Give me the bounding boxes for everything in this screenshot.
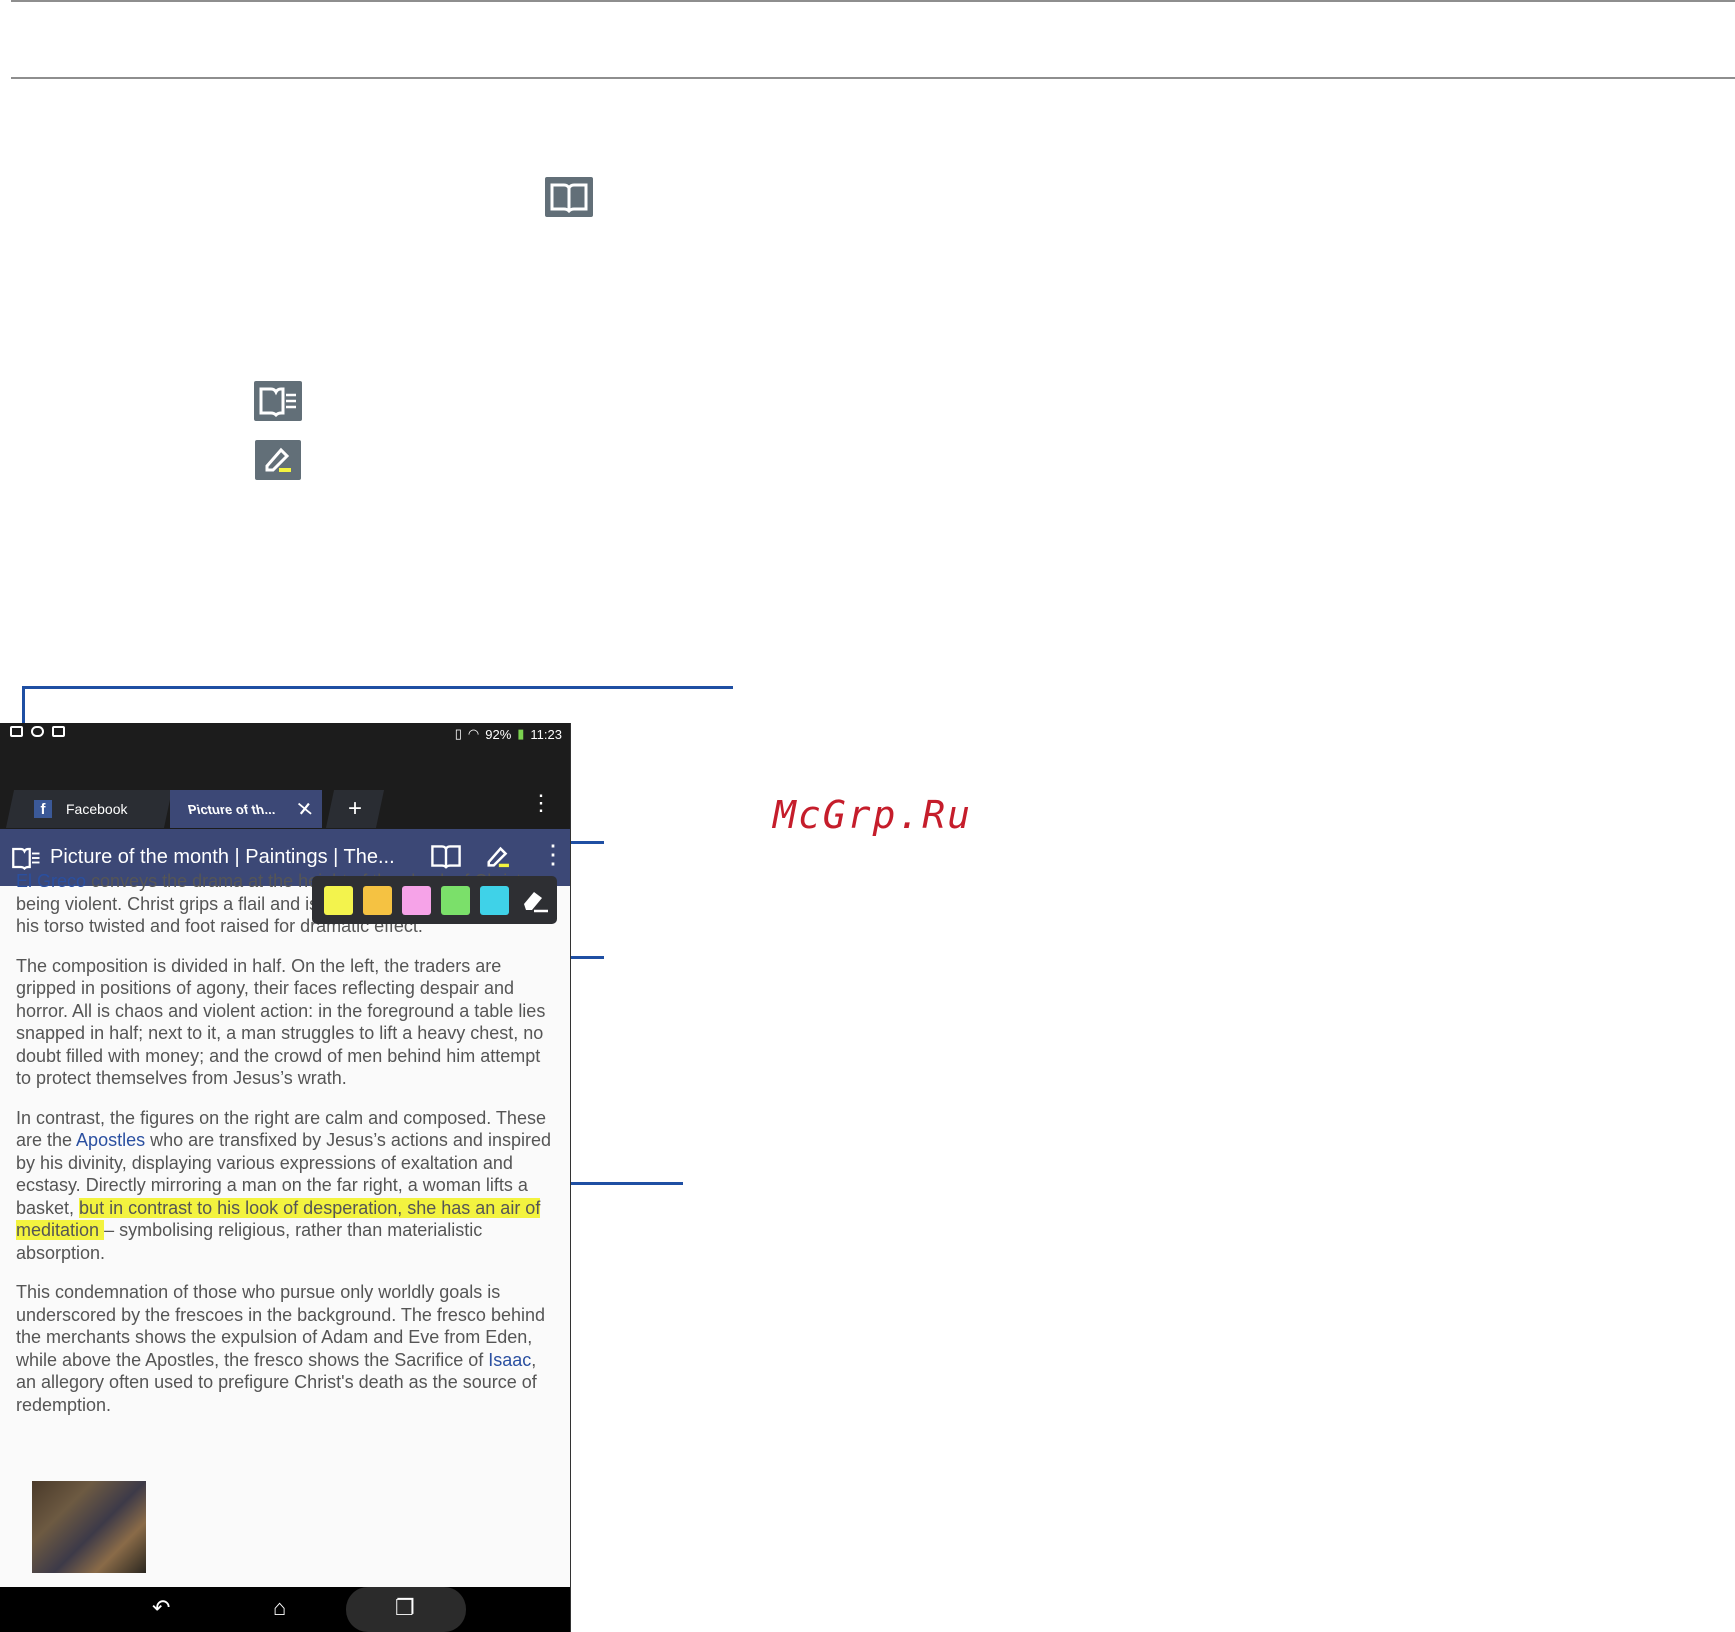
eraser-icon[interactable] [519,884,551,916]
link-isaac[interactable]: Isaac [488,1350,531,1370]
overflow-menu-icon[interactable]: ⋮ [540,839,566,870]
reader-list-icon [12,847,40,870]
swatch-green[interactable] [441,885,470,915]
tab-facebook[interactable]: f Facebook [5,790,173,828]
tab-bar: f Facebook Picture of th... ✕ + ⋮ [0,746,570,829]
notification-icon [10,726,23,737]
back-icon[interactable]: ↶ [152,1595,170,1621]
tab-picture-of-the-month[interactable]: Picture of th... ✕ [170,790,322,828]
highlighter-icon [255,440,301,480]
plus-icon: + [347,795,362,822]
reader-list-icon [254,381,302,421]
paragraph-3: In contrast, the figures on the right ar… [16,1107,556,1265]
paragraph-2: The composition is divided in half. On t… [16,955,546,1089]
paragraph-text: This condemnation of those who pursue on… [16,1282,545,1370]
swatch-pink[interactable] [402,885,431,915]
new-tab-button[interactable]: + [325,790,385,828]
page-title: Picture of the month | Paintings | The..… [50,846,395,868]
status-bar: ▯ ◠ 92% ▮ 11:23 [0,723,570,746]
paragraph-4: This condemnation of those who pursue on… [16,1281,556,1416]
vibrate-icon: ▯ [454,726,462,741]
swatch-orange[interactable] [363,885,392,915]
close-icon[interactable]: ✕ [294,797,316,822]
swatch-yellow[interactable] [324,885,353,915]
home-icon[interactable]: ⌂ [273,1595,286,1621]
watermark: McGrp.Ru [773,793,973,837]
swatch-cyan[interactable] [480,885,509,915]
recent-apps-icon[interactable]: ❐ [395,1595,415,1621]
battery-icon: ▮ [517,726,525,741]
wifi-icon: ◠ [467,726,480,741]
header-rule [11,77,1735,79]
tab-overflow-menu-icon[interactable]: ⋮ [530,790,552,816]
article-content: El Greco conveys the drama at the height… [16,870,556,1433]
tab-label: Facebook [66,801,128,817]
reading-mode-icon [431,845,461,869]
reader-list-button[interactable] [10,845,42,871]
highlight-color-palette [312,876,557,924]
bag-icon [52,726,65,737]
cloud-icon [31,726,44,737]
link-apostles[interactable]: Apostles [76,1130,145,1150]
link-el-greco[interactable]: El Greco [16,871,86,891]
tab-label: Picture of th... [186,801,277,817]
highlighter-icon [487,846,509,868]
painting-thumbnail[interactable] [32,1481,146,1573]
clock: 11:23 [530,726,562,742]
reading-mode-icon [545,177,593,217]
facebook-icon: f [34,800,52,818]
callout-line-top-h [22,686,733,689]
battery-level: 92% [485,726,512,742]
top-rule [11,0,1735,2]
android-nav-bar: ↶ ⌂ ❐ [0,1587,570,1632]
